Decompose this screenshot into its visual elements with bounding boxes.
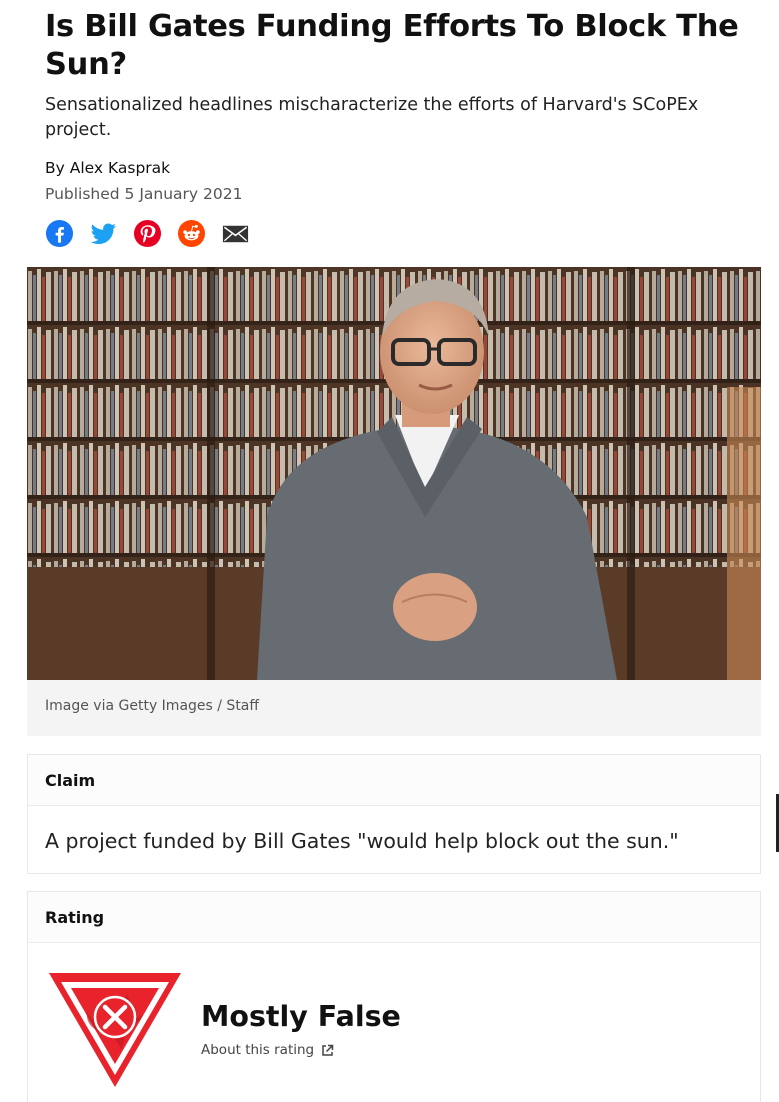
share-bar — [45, 216, 761, 250]
bill-gates-photo — [27, 267, 761, 680]
claim-card: Claim A project funded by Bill Gates "wo… — [27, 754, 761, 874]
claim-heading: Claim — [45, 771, 96, 790]
mostly-false-badge-icon — [49, 973, 181, 1087]
facebook-icon[interactable] — [45, 219, 74, 248]
article-title: Is Bill Gates Funding Efforts To Block T… — [45, 9, 739, 82]
image-caption-box: Image via Getty Images / Staff — [27, 680, 761, 736]
author-byline[interactable]: By Alex Kasprak — [45, 158, 761, 178]
about-rating-link[interactable]: About this rating — [201, 1042, 334, 1058]
image-caption: Image via Getty Images / Staff — [45, 698, 260, 714]
article-subtitle: Sensationalized headlines mischaracteriz… — [45, 95, 699, 140]
rating-heading: Rating — [45, 908, 105, 927]
pinterest-icon[interactable] — [133, 219, 162, 248]
about-rating-label[interactable]: About this rating — [201, 1042, 314, 1058]
claim-text: A project funded by Bill Gates "would he… — [45, 829, 679, 853]
article-photo — [27, 267, 761, 680]
rating-value: Mostly False — [201, 1000, 401, 1033]
claim-header: Claim — [28, 755, 760, 806]
twitter-icon[interactable] — [89, 219, 118, 248]
rating-card: Rating Mostly False About this rating — [27, 891, 761, 1102]
reddit-icon[interactable] — [177, 219, 206, 248]
email-icon[interactable] — [221, 219, 250, 248]
article-container: Is Bill Gates Funding Efforts To Block T… — [27, 0, 761, 1102]
rating-header: Rating — [28, 892, 760, 943]
external-link-icon — [322, 1044, 334, 1056]
publish-date: Published 5 January 2021 — [45, 185, 243, 203]
